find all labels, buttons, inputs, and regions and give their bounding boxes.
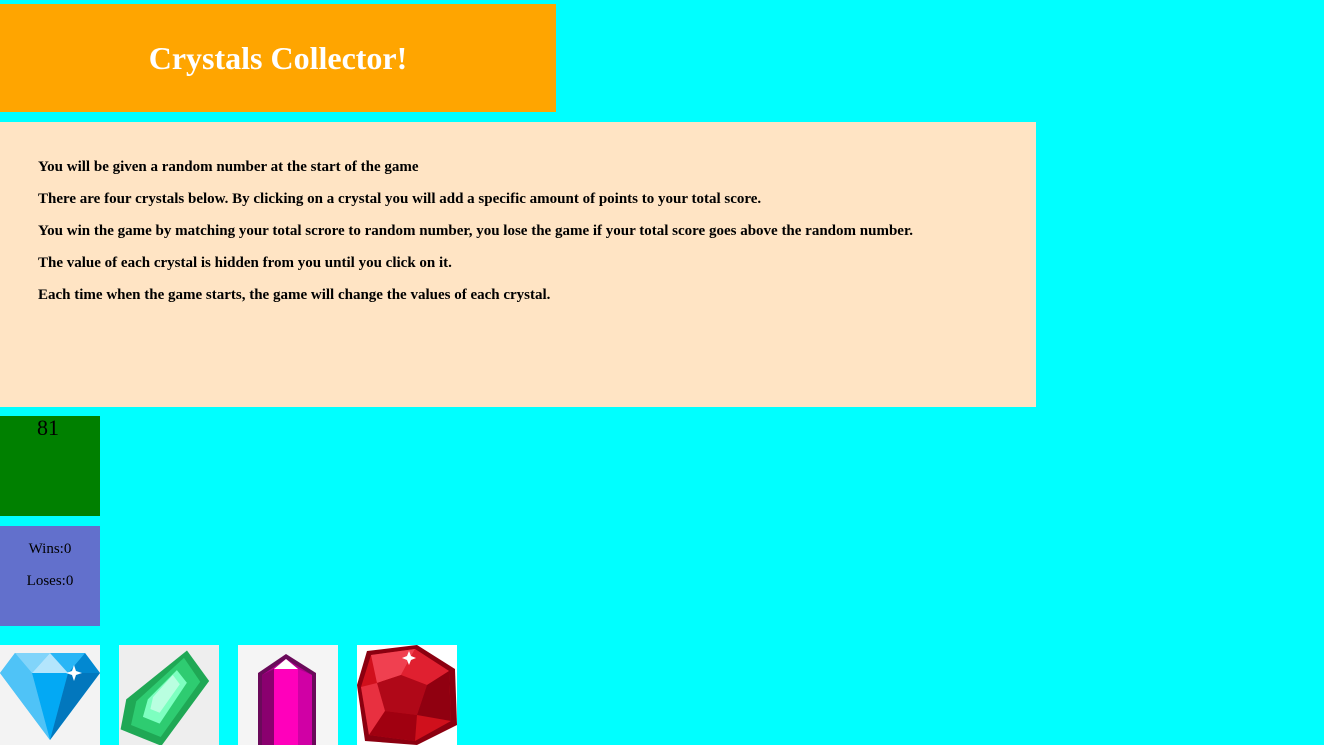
- crystal-button-2[interactable]: [119, 645, 219, 745]
- instruction-line: Each time when the game starts, the game…: [38, 287, 551, 303]
- instruction-line: The value of each crystal is hidden from…: [38, 255, 452, 271]
- crystal-button-3[interactable]: [238, 645, 338, 745]
- target-number-box: 81: [0, 416, 100, 516]
- wins-counter: Wins:0: [28, 541, 72, 557]
- target-number: 81: [37, 415, 59, 440]
- instruction-line: You win the game by matching your total …: [38, 223, 913, 239]
- blue-diamond-crystal-icon: [0, 653, 100, 740]
- crystal-button-1[interactable]: [0, 645, 100, 745]
- instruction-line: There are four crystals below. By clicki…: [38, 191, 762, 207]
- green-emerald-crystal-icon: [119, 645, 219, 745]
- loses-counter: Loses:0: [26, 573, 74, 589]
- score-box: Wins:0 Loses:0: [0, 526, 100, 626]
- pink-gem-crystal-icon: [238, 645, 338, 745]
- page-title: Crystals Collector!: [148, 39, 408, 76]
- instruction-line: You will be given a random number at the…: [38, 159, 419, 175]
- header-banner: Crystals Collector!: [0, 4, 556, 112]
- crystal-button-4[interactable]: [357, 645, 457, 745]
- red-ruby-crystal-icon: [357, 645, 457, 745]
- instructions-panel: You will be given a random number at the…: [0, 122, 1036, 407]
